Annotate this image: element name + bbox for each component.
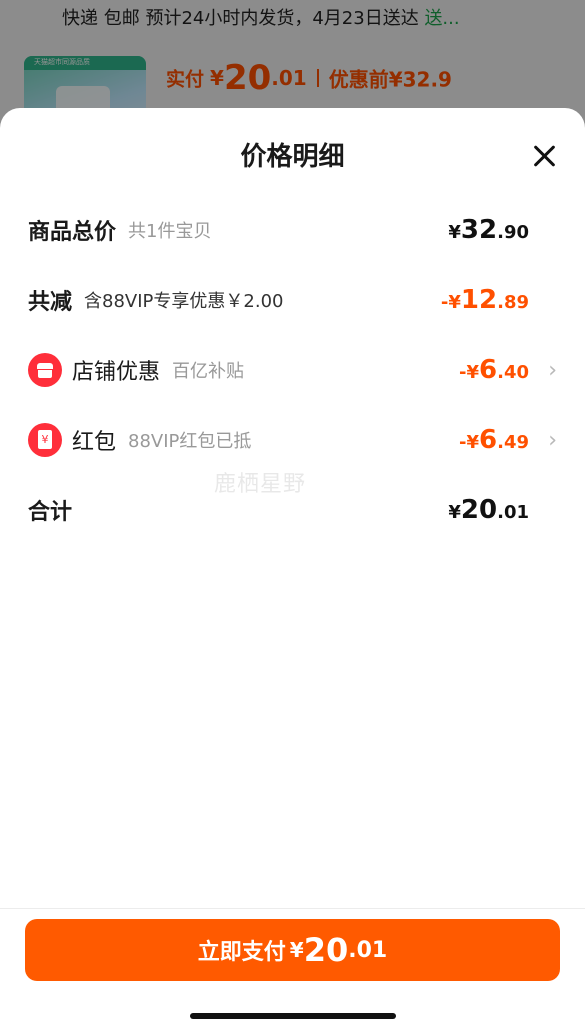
row-discount: 共减 含88VIP专享优惠￥2.00 -¥ 12.89: [28, 278, 557, 322]
total-price-amount: ¥32.90: [448, 215, 529, 245]
price-detail-sheet: 价格明细 商品总价 共1件宝贝 ¥32.90 共减 含88VIP专享优惠￥2.0…: [0, 108, 585, 1033]
red-packet-label: 红包: [72, 430, 117, 455]
shop-discount-label: 店铺优惠: [72, 360, 161, 385]
sum-amount: ¥20.01: [448, 495, 529, 525]
pay-now-button[interactable]: 立即支付 ¥20.01: [25, 919, 560, 981]
shop-discount-amount: -¥ 6.40: [459, 355, 529, 385]
close-icon[interactable]: [531, 142, 559, 170]
pay-button-yen: ¥: [289, 938, 304, 962]
sum-label: 合计: [28, 500, 73, 525]
chevron-right-icon[interactable]: ›: [535, 428, 557, 453]
row-shop-discount[interactable]: 店铺优惠 百亿补贴 -¥ 6.40 ›: [28, 348, 557, 392]
shop-discount-sub: 百亿补贴: [172, 361, 245, 382]
sheet-title: 价格明细: [240, 142, 345, 172]
discount-label: 共减: [28, 290, 73, 315]
shop-icon: [28, 353, 62, 387]
row-red-packet[interactable]: 红包 88VIP红包已抵 -¥6.49 ›: [28, 418, 557, 462]
watermark: 鹿栖星野: [214, 472, 307, 497]
pay-button-label: 立即支付: [197, 940, 286, 965]
red-packet-icon: [28, 423, 62, 457]
red-packet-amount: -¥ 6.49: [459, 425, 529, 455]
discount-detail: 含88VIP专享优惠￥2.00: [84, 291, 284, 312]
total-price-count: 共1件宝贝: [128, 221, 212, 242]
red-packet-sub: 88VIP红包已抵: [128, 431, 252, 452]
discount-amount: -¥ 12.89: [440, 285, 529, 315]
footer-divider: [0, 908, 585, 909]
chevron-right-icon[interactable]: ›: [535, 358, 557, 383]
home-indicator[interactable]: [190, 1013, 396, 1019]
pay-button-int: 20: [303, 931, 349, 969]
pay-button-dec: .01: [348, 937, 388, 963]
total-price-label: 商品总价: [28, 220, 117, 245]
row-total-price: 商品总价 共1件宝贝 ¥32.90: [28, 208, 557, 252]
